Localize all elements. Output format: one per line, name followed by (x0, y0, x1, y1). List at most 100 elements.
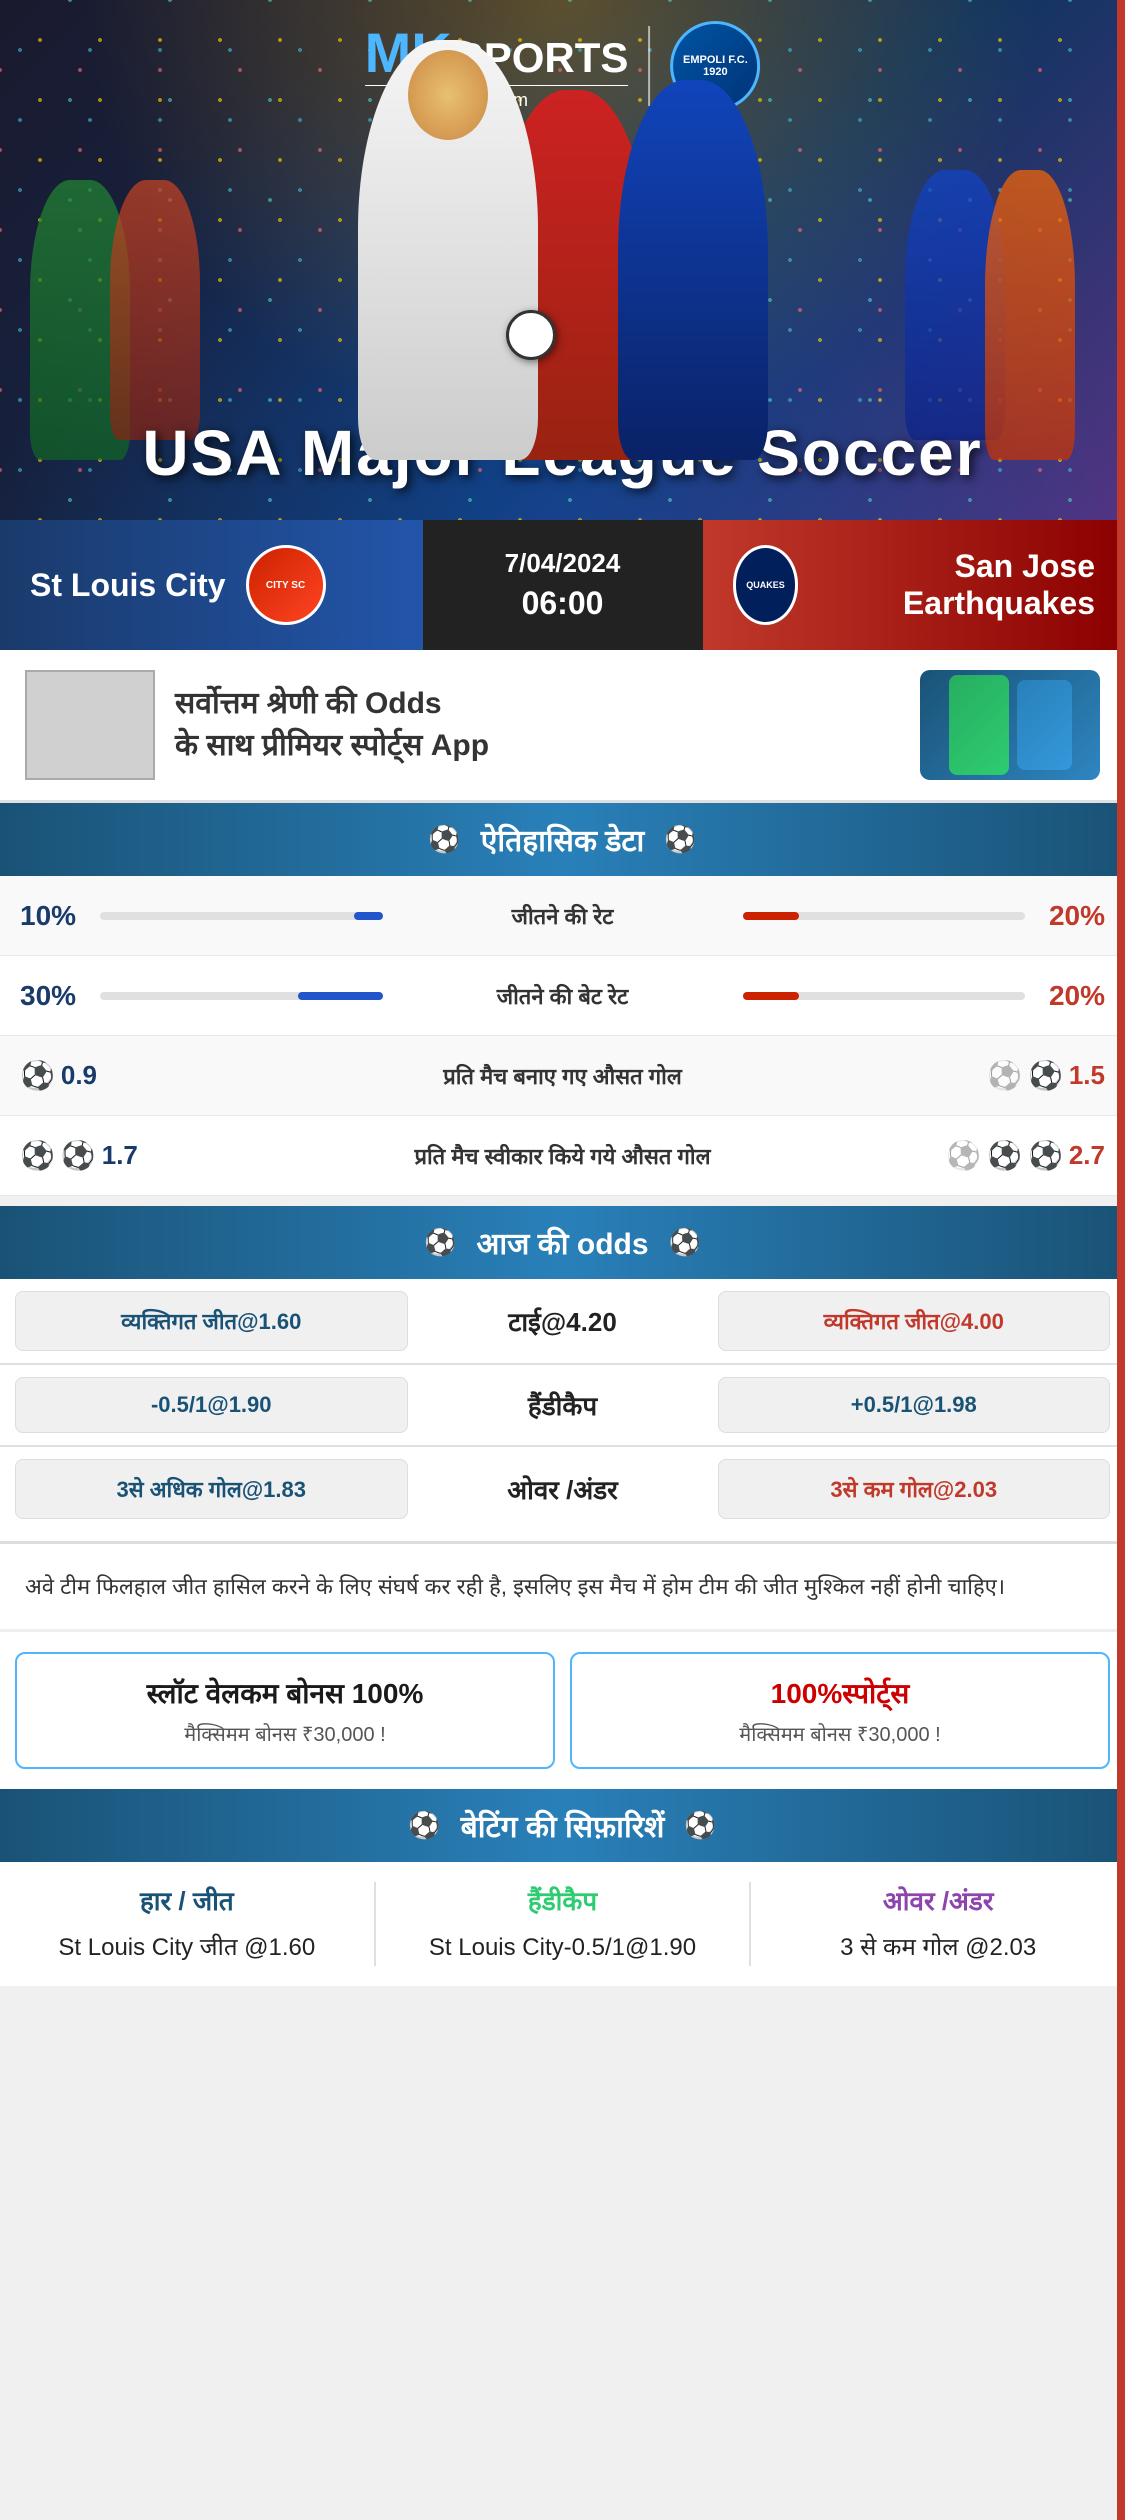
odds-over[interactable]: 3से अधिक गोल@1.83 (15, 1459, 408, 1519)
stat-label-win-rate: जीतने की रेट (403, 901, 723, 931)
bonus-sports-title: 100%स्पोर्ट्स (587, 1674, 1093, 1712)
stat-row-bet-rate: 30% जीतने की बेट रेट 20% (0, 956, 1125, 1036)
stat-label-goals-scored: प्रति मैच बनाए गए औसत गोल (403, 1061, 723, 1091)
odds-handicap-label: हैंडीकैप (423, 1387, 703, 1423)
stat-val-conceded-right: 2.7 (1069, 1140, 1105, 1171)
stat-row-goals-scored: ⚽ 0.9 प्रति मैच बनाए गए औसत गोल ⚽ ⚽ 1.5 (0, 1036, 1125, 1116)
analysis-text: अवे टीम फिलहाल जीत हासिल करने के लिए संघ… (25, 1574, 1005, 1599)
promo-text: सर्वोत्तम श्रेणी की Odds के साथ प्रीमियर… (175, 683, 900, 767)
stat-val-goals-left: 0.9 (61, 1060, 97, 1091)
stat-icon-goals-conceded-right: ⚽ ⚽ ⚽ 2.7 (1025, 1139, 1105, 1172)
odds-section-title: आज की odds (476, 1222, 648, 1263)
soccer-icon-reco-left: ⚽ (408, 1810, 440, 1841)
odds-under[interactable]: 3से कम गोल@2.03 (718, 1459, 1111, 1519)
ball-icon-2: ⚽ (1028, 1059, 1063, 1092)
historical-section-header: ⚽ ऐतिहासिक डेटा ⚽ (0, 803, 1125, 876)
odds-overunder-label: ओवर /अंडर (423, 1471, 703, 1507)
stat-icon-goals-scored-left: ⚽ 0.9 (20, 1059, 100, 1092)
away-team-name: San Jose Earthquakes (818, 548, 1095, 622)
reco-col-win: हार / जीत St Louis City जीत @1.60 (15, 1882, 359, 1966)
stat-row-win-rate: 10% जीतने की रेट 20% (0, 876, 1125, 956)
away-team-logo: QUAKES (733, 545, 799, 625)
ball-icon-4: ⚽ (61, 1139, 96, 1172)
reco-header-win: हार / जीत (15, 1882, 359, 1918)
bonus-sports-amount: मैक्सिमम बोनस ₹30,000 ! (739, 1724, 940, 1746)
home-team-section: St Louis City CITY SC (0, 520, 423, 650)
reco-divider-2 (749, 1882, 751, 1966)
odds-handicap-away[interactable]: +0.5/1@1.98 (718, 1377, 1111, 1433)
ball-icon-3: ⚽ (20, 1139, 55, 1172)
promo-banner[interactable]: सर्वोत्तम श्रेणी की Odds के साथ प्रीमियर… (0, 650, 1125, 803)
promo-app-screenshot (920, 670, 1100, 780)
soccer-icon-odds-left: ⚽ (424, 1227, 456, 1258)
stat-left-win-rate: 10% (20, 900, 100, 932)
odds-handicap-home[interactable]: -0.5/1@1.90 (15, 1377, 408, 1433)
home-team-name: St Louis City (30, 567, 226, 604)
ball-icon-5: ⚽ (987, 1139, 1022, 1172)
stat-label-bet-rate: जीतने की बेट रेट (403, 981, 723, 1011)
ball-icon-1: ⚽ (20, 1059, 55, 1092)
ball-icon-faded-2: ⚽ (946, 1139, 981, 1172)
reco-header-overunder: ओवर /अंडर (766, 1882, 1110, 1918)
away-team-section: QUAKES San Jose Earthquakes (703, 520, 1125, 650)
odds-section-header: ⚽ आज की odds ⚽ (0, 1206, 1125, 1279)
reco-section-header: ⚽ बेटिंग की सिफ़ारिशें ⚽ (0, 1789, 1125, 1862)
bonus-sports-sub: मैक्सिमम बोनस ₹30,000 ! (587, 1720, 1093, 1747)
ball-icon-faded-1: ⚽ (987, 1059, 1022, 1092)
odds-home-win[interactable]: व्यक्तिगत जीत@1.60 (15, 1291, 408, 1351)
stat-bar-left-win (100, 912, 383, 920)
odds-section: व्यक्तिगत जीत@1.60 टाई@4.20 व्यक्तिगत जी… (0, 1279, 1125, 1541)
stat-bar-right-bet (743, 992, 1026, 1000)
reco-header-handicap: हैंडीकैप (391, 1882, 735, 1918)
promo-odds: Odds (365, 687, 442, 720)
stat-row-goals-conceded: ⚽ ⚽ 1.7 प्रति मैच स्वीकार किये गये औसत ग… (0, 1116, 1125, 1196)
reco-value-handicap: St Louis City-0.5/1@1.90 (391, 1930, 735, 1966)
red-side-bar (1117, 0, 1125, 2520)
soccer-icon-reco-right: ⚽ (684, 1810, 716, 1841)
bonus-card-sports[interactable]: 100%स्पोर्ट्स मैक्सिमम बोनस ₹30,000 ! (570, 1652, 1110, 1769)
reco-value-win: St Louis City जीत @1.60 (15, 1930, 359, 1966)
odds-row-win: व्यक्तिगत जीत@1.60 टाई@4.20 व्यक्तिगत जी… (0, 1279, 1125, 1363)
stat-icon-goals-conceded-left: ⚽ ⚽ 1.7 (20, 1139, 100, 1172)
stat-label-goals-conceded: प्रति मैच स्वीकार किये गये औसत गोल (403, 1141, 723, 1171)
home-team-logo: CITY SC (246, 545, 326, 625)
promo-line2: के साथ प्रीमियर स्पोर्ट्स (175, 729, 422, 762)
stat-bar-right-win (743, 912, 1026, 920)
stat-right-win-rate: 20% (1025, 900, 1105, 932)
logo-divider (648, 26, 650, 106)
bonus-card-slots[interactable]: स्लॉट वेलकम बोनस 100% मैक्सिमम बोनस ₹30,… (15, 1652, 555, 1769)
soccer-icon-right: ⚽ (664, 824, 696, 855)
promo-line1: सर्वोत्तम श्रेणी की (175, 687, 357, 720)
hero-banner: MK SPORTS mk.com EMPOLI F.C. 1920 USA Ma… (0, 0, 1125, 520)
stat-left-bet-rate: 30% (20, 980, 100, 1012)
bar-fill-bet-left (298, 992, 383, 1000)
promo-app: App (431, 729, 489, 762)
bonus-slots-title: स्लॉट वेलकम बोनस 100% (32, 1674, 538, 1712)
soccer-icon-odds-right: ⚽ (669, 1227, 701, 1258)
match-center: 7/04/2024 06:00 (423, 520, 703, 650)
bonus-slots-sub: मैक्सिमम बोनस ₹30,000 ! (32, 1720, 538, 1747)
reco-col-handicap: हैंडीकैप St Louis City-0.5/1@1.90 (391, 1882, 735, 1966)
reco-section-title: बेटिंग की सिफ़ारिशें (461, 1805, 665, 1846)
promo-image-placeholder (25, 670, 155, 780)
reco-value-overunder: 3 से कम गोल @2.03 (766, 1930, 1110, 1966)
stat-right-bet-rate: 20% (1025, 980, 1105, 1012)
odds-tie-label[interactable]: टाई@4.20 (423, 1303, 703, 1339)
match-date: 7/04/2024 (505, 548, 621, 579)
odds-row-overunder: 3से अधिक गोल@1.83 ओवर /अंडर 3से कम गोल@2… (0, 1447, 1125, 1531)
bonus-sports-text: 100%स्पोर्ट्स (771, 1678, 910, 1709)
analysis-text-block: अवे टीम फिलहाल जीत हासिल करने के लिए संघ… (0, 1541, 1125, 1629)
stats-table: 10% जीतने की रेट 20% 30% जीतने की बेट रे… (0, 876, 1125, 1196)
stat-icon-goals-scored-right: ⚽ ⚽ 1.5 (1025, 1059, 1105, 1092)
reco-grid: हार / जीत St Louis City जीत @1.60 हैंडीक… (0, 1862, 1125, 1986)
bonus-section[interactable]: स्लॉट वेलकम बोनस 100% मैक्सिमम बोनस ₹30,… (0, 1629, 1125, 1789)
soccer-icon-left: ⚽ (428, 824, 460, 855)
stat-val-conceded-left: 1.7 (102, 1140, 138, 1171)
match-bar: St Louis City CITY SC 7/04/2024 06:00 QU… (0, 520, 1125, 650)
ball-icon-6: ⚽ (1028, 1139, 1063, 1172)
odds-away-win[interactable]: व्यक्तिगत जीत@4.00 (718, 1291, 1111, 1351)
bar-fill-win-right (743, 912, 800, 920)
stat-val-goals-right: 1.5 (1069, 1060, 1105, 1091)
reco-section: हार / जीत St Louis City जीत @1.60 हैंडीक… (0, 1862, 1125, 1986)
odds-row-handicap: -0.5/1@1.90 हैंडीकैप +0.5/1@1.98 (0, 1365, 1125, 1445)
